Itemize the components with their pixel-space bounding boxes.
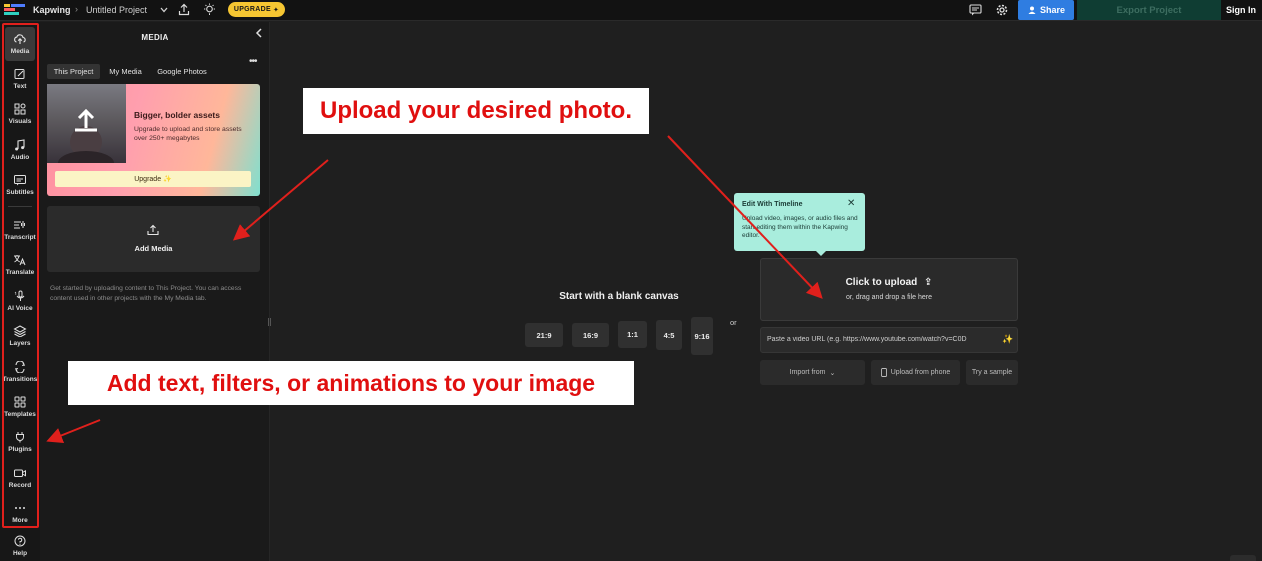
annotation-callout-upload: Upload your desired photo. bbox=[303, 88, 649, 134]
arrow-to-add-media bbox=[232, 159, 329, 241]
annotation-arrows bbox=[46, 135, 823, 443]
arrow-to-rail bbox=[46, 419, 101, 443]
arrow-to-upload bbox=[667, 135, 823, 299]
corner-button[interactable] bbox=[1230, 555, 1256, 561]
annotation-callout-edit: Add text, filters, or animations to your… bbox=[68, 361, 634, 405]
